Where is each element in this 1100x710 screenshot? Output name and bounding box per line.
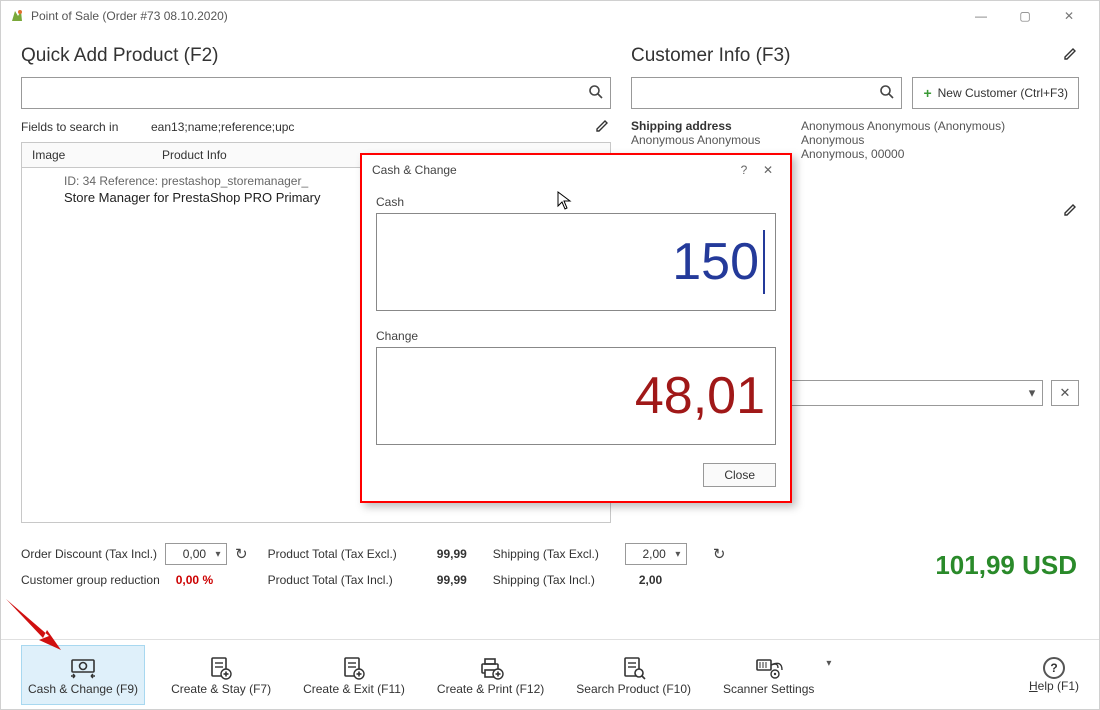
barcode-scanner-icon xyxy=(754,654,784,682)
reload-icon[interactable]: ↻ xyxy=(713,545,726,563)
shipping-excl-combo[interactable]: 2,00 ▾ xyxy=(625,543,687,565)
change-value: 48,01 xyxy=(635,366,765,426)
pos-window: Point of Sale (Order #73 08.10.2020) — ▢… xyxy=(0,0,1100,710)
cash-input[interactable]: 150 xyxy=(376,213,776,311)
create-stay-button[interactable]: Create & Stay (F7) xyxy=(165,645,277,705)
order-discount-value: 0,00 xyxy=(166,547,210,561)
search-icon[interactable] xyxy=(582,84,610,103)
create-stay-label: Create & Stay (F7) xyxy=(171,682,271,696)
create-print-label: Create & Print (F12) xyxy=(437,682,544,696)
dialog-help-icon[interactable]: ? xyxy=(732,163,756,177)
shipping-name: Anonymous Anonymous xyxy=(631,133,760,147)
fields-value: ean13;name;reference;upc xyxy=(151,120,595,134)
document-plus-icon xyxy=(341,654,367,682)
document-plus-icon xyxy=(208,654,234,682)
search-icon[interactable] xyxy=(873,84,901,103)
customer-info-title: Customer Info (F3) xyxy=(631,45,1079,67)
change-label: Change xyxy=(376,329,776,343)
chevron-down-icon: ▾ xyxy=(670,549,686,560)
prod-total-incl-label: Product Total (Tax Incl.) xyxy=(268,573,397,587)
quick-add-search[interactable] xyxy=(21,77,611,109)
prod-total-incl-value: 99,99 xyxy=(423,573,467,587)
document-search-icon xyxy=(621,654,647,682)
help-icon: ? xyxy=(1043,657,1065,679)
shipping-address: Anonymous Anonymous (Anonymous) Anonymou… xyxy=(801,119,1005,161)
prod-total-excl-label: Product Total (Tax Excl.) xyxy=(268,547,397,561)
shipping-excl-label: Shipping (Tax Excl.) xyxy=(493,547,599,561)
create-print-button[interactable]: Create & Print (F12) xyxy=(431,645,550,705)
cash-change-dialog: Cash & Change ? ✕ Cash 150 Change 48,01 … xyxy=(360,153,792,503)
change-output: 48,01 xyxy=(376,347,776,445)
customer-reduction-label: Customer group reduction xyxy=(21,573,160,587)
reload-icon[interactable]: ↻ xyxy=(235,545,248,563)
titlebar: Point of Sale (Order #73 08.10.2020) — ▢… xyxy=(1,1,1099,31)
customer-search[interactable] xyxy=(631,77,902,109)
order-discount-label: Order Discount (Tax Incl.) xyxy=(21,547,157,561)
th-image: Image xyxy=(22,148,152,162)
quick-add-title: Quick Add Product (F2) xyxy=(21,45,611,67)
chevron-down-icon: ▾ xyxy=(210,549,226,560)
coupon-clear-button[interactable]: ✕ xyxy=(1051,380,1079,406)
create-exit-label: Create & Exit (F11) xyxy=(303,682,405,696)
quick-add-input[interactable] xyxy=(22,78,582,108)
prod-total-excl-value: 99,99 xyxy=(423,547,467,561)
new-customer-button[interactable]: + New Customer (Ctrl+F3) xyxy=(912,77,1079,109)
fields-label: Fields to search in xyxy=(21,120,151,134)
window-title: Point of Sale (Order #73 08.10.2020) xyxy=(31,9,228,23)
edit-method-icon[interactable] xyxy=(1063,201,1079,223)
grand-total: 101,99 USD xyxy=(935,550,1077,581)
annotation-arrow xyxy=(1,594,71,657)
customer-reduction-value: 0,00 % xyxy=(176,573,213,587)
close-window-button[interactable]: ✕ xyxy=(1047,2,1091,30)
th-product-info: Product Info xyxy=(152,148,237,162)
chevron-down-icon: ▾ xyxy=(1022,385,1042,401)
cash-value: 150 xyxy=(672,232,759,292)
cash-icon xyxy=(69,654,97,682)
minimize-button[interactable]: — xyxy=(959,2,1003,30)
dialog-close-button[interactable]: Close xyxy=(703,463,776,487)
create-exit-button[interactable]: Create & Exit (F11) xyxy=(297,645,411,705)
edit-customer-icon[interactable] xyxy=(1063,45,1079,67)
cash-and-change-label: Cash & Change (F9) xyxy=(28,682,138,696)
new-customer-label: New Customer (Ctrl+F3) xyxy=(938,86,1068,100)
help-button[interactable]: ? Help (F1) xyxy=(1029,657,1079,693)
plus-icon: + xyxy=(923,85,931,101)
shipping-excl-value: 2,00 xyxy=(626,547,670,561)
printer-plus-icon xyxy=(477,654,505,682)
search-product-button[interactable]: Search Product (F10) xyxy=(570,645,697,705)
scanner-dropdown-icon[interactable]: ▾ xyxy=(826,658,831,669)
bottom-toolbar: Cash & Change (F9) Create & Stay (F7) Cr… xyxy=(1,639,1099,709)
shipping-address-label: Shipping address xyxy=(631,119,732,133)
search-product-label: Search Product (F10) xyxy=(576,682,691,696)
cash-label: Cash xyxy=(376,195,776,209)
order-discount-combo[interactable]: 0,00 ▾ xyxy=(165,543,227,565)
mouse-cursor-icon xyxy=(557,191,573,214)
dialog-title: Cash & Change xyxy=(372,163,457,177)
edit-fields-icon[interactable] xyxy=(595,117,611,136)
dialog-close-icon[interactable]: ✕ xyxy=(756,163,780,177)
maximize-button[interactable]: ▢ xyxy=(1003,2,1047,30)
shipping-incl-label: Shipping (Tax Incl.) xyxy=(493,573,599,587)
app-icon xyxy=(9,8,25,24)
customer-search-input[interactable] xyxy=(632,78,873,108)
scanner-settings-label: Scanner Settings xyxy=(723,682,814,696)
text-caret xyxy=(763,230,765,294)
shipping-incl-value: 2,00 xyxy=(625,573,687,587)
scanner-settings-button[interactable]: Scanner Settings xyxy=(717,645,820,705)
